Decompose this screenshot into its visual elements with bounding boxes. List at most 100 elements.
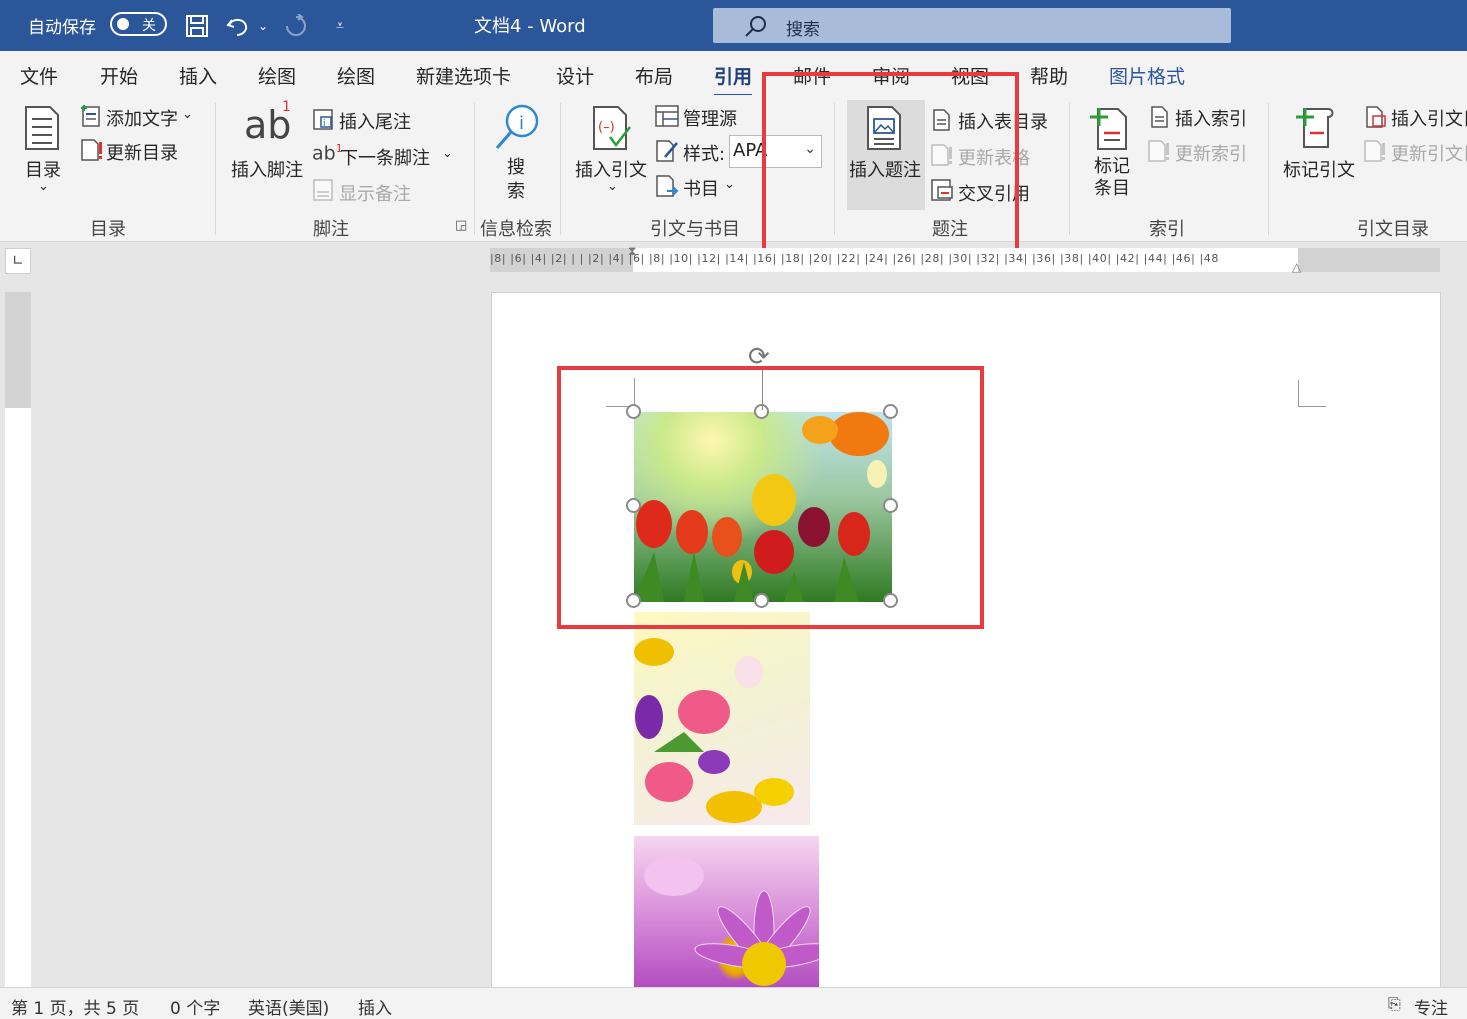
group-toc-label: 目录: [90, 219, 126, 240]
mark-entry-button[interactable]: 标记 条目: [1094, 156, 1130, 200]
horizontal-ruler[interactable]: |8| |6| |4| |2| | | |2| |4| |6| |8| |10|…: [490, 244, 1440, 274]
insert-citation-icon[interactable]: (–): [592, 105, 634, 155]
separator: [1069, 103, 1070, 235]
add-text-icon: [80, 104, 102, 132]
insert-index-icon: [1150, 105, 1170, 133]
show-notes-button: 显示备注: [339, 184, 411, 205]
footnote-superscript-icon: 1: [282, 99, 291, 115]
search-research-button[interactable]: 搜 索: [507, 156, 525, 204]
ribbon-tabs: 文件 开始 插入 绘图 绘图 新建选项卡 设计 布局 引用 邮件 审阅 视图 帮…: [0, 51, 1467, 97]
insert-endnote-button[interactable]: 插入尾注: [339, 108, 411, 134]
highlight-box-captions: [762, 72, 1019, 252]
undo-icon[interactable]: [226, 12, 252, 40]
group-authorities-label: 引文目录: [1357, 219, 1429, 240]
title-bar: 自动保存 关 ⌄ ⩡ 文档4 - Word 搜索: [0, 0, 1467, 51]
tab-insert[interactable]: 插入: [179, 62, 217, 89]
search-box[interactable]: 搜索: [713, 8, 1231, 43]
margin-corner-mark: [1298, 380, 1326, 407]
insert-mode[interactable]: 插入: [358, 994, 392, 1019]
toc-dropdown-icon[interactable]: ⌄: [38, 179, 49, 194]
tab-references[interactable]: 引用: [714, 62, 753, 97]
separator: [474, 103, 475, 235]
tab-picture-format[interactable]: 图片格式: [1109, 62, 1185, 89]
update-toc-icon: [80, 138, 104, 166]
separator: [215, 103, 216, 235]
customize-toolbar-icon[interactable]: ⩡: [330, 12, 350, 40]
toggle-state: 关: [142, 18, 156, 34]
search-research-icon[interactable]: i: [494, 103, 540, 157]
group-citations-label: 引文与书目: [650, 219, 740, 240]
bibliography-button[interactable]: 书目: [683, 175, 719, 201]
svg-text:i: i: [519, 113, 524, 134]
bibliography-dropdown-icon[interactable]: ⌄: [724, 177, 735, 192]
search-placeholder: 搜索: [786, 20, 820, 40]
autosave-label: 自动保存: [28, 18, 96, 38]
add-text-dropdown-icon[interactable]: ⌄: [182, 107, 193, 122]
separator: [1268, 103, 1269, 235]
bibliography-icon: [655, 174, 679, 202]
insert-toa-icon: [1365, 105, 1387, 133]
next-footnote-button[interactable]: 下一条脚注: [340, 144, 430, 170]
word-count[interactable]: 0 个字: [170, 994, 220, 1019]
ribbon: 目录 ⌄ 添加文字 ⌄ 更新目录 目录 ab 1 插入脚注 i 插入尾注 ab1…: [0, 95, 1467, 242]
highlight-box-picture: [557, 366, 984, 629]
manage-sources-button[interactable]: 管理源: [683, 105, 737, 131]
page-count[interactable]: 第 1 页，共 5 页: [11, 994, 139, 1019]
add-text-button[interactable]: 添加文字: [106, 105, 178, 131]
indent-marker-icon[interactable]: ⧗: [628, 244, 636, 259]
style-icon: [655, 139, 679, 167]
separator: [560, 103, 561, 235]
next-footnote-icon: ab1: [312, 142, 343, 165]
tab-draw[interactable]: 绘图: [258, 62, 296, 89]
status-bar: 第 1 页，共 5 页 0 个字 英语(美国) 插入 ⎘ 专注: [0, 987, 1467, 1019]
search-icon: [745, 16, 766, 37]
autosave-toggle[interactable]: 关: [110, 12, 167, 36]
update-toc-button[interactable]: 更新目录: [106, 139, 178, 165]
style-label: 样式:: [683, 144, 726, 165]
insert-footnote-button[interactable]: 插入脚注: [231, 156, 303, 182]
next-footnote-dropdown-icon[interactable]: ⌄: [442, 146, 453, 161]
redo-icon: [282, 12, 310, 40]
undo-dropdown-icon[interactable]: ⌄: [256, 12, 270, 40]
mark-entry-icon[interactable]: [1088, 103, 1132, 155]
show-notes-icon: [312, 178, 334, 206]
update-index-button: 更新索引: [1175, 144, 1247, 165]
daisy-image[interactable]: [634, 836, 819, 987]
toc-icon[interactable]: [24, 105, 60, 155]
tab-draw-2[interactable]: 绘图: [337, 62, 375, 89]
update-toa-button: 更新引文目: [1391, 144, 1467, 165]
tab-layout[interactable]: 布局: [635, 62, 673, 89]
focus-button[interactable]: 专注: [1414, 994, 1448, 1019]
language-indicator[interactable]: 英语(美国): [248, 994, 329, 1019]
right-indent-marker-icon[interactable]: △: [1292, 260, 1301, 274]
toggle-knob: [117, 18, 129, 30]
insert-toa-button[interactable]: 插入引文目: [1391, 105, 1467, 131]
footnote-dialog-launcher-icon[interactable]: ◲: [455, 218, 467, 233]
tab-help[interactable]: 帮助: [1030, 62, 1068, 89]
ruler-top-margin: [5, 292, 31, 408]
tab-file[interactable]: 文件: [20, 62, 58, 89]
group-index-label: 索引: [1149, 219, 1185, 240]
tab-design[interactable]: 设计: [556, 62, 594, 89]
insert-index-button[interactable]: 插入索引: [1175, 105, 1247, 131]
group-research-label: 信息检索: [480, 219, 552, 240]
svg-text:(–): (–): [598, 120, 615, 135]
tab-home[interactable]: 开始: [100, 62, 138, 89]
update-toa-icon: [1363, 139, 1387, 167]
vertical-ruler[interactable]: [5, 292, 31, 987]
tab-selector[interactable]: ∟: [5, 248, 31, 274]
focus-icon[interactable]: ⎘: [1388, 994, 1401, 1014]
group-footnotes-label: 脚注: [313, 219, 349, 240]
insert-endnote-icon: i: [312, 107, 336, 135]
save-icon[interactable]: [184, 12, 210, 40]
manage-sources-icon: [655, 105, 679, 131]
ruler-right-margin: [1298, 248, 1440, 272]
tab-new-tab[interactable]: 新建选项卡: [416, 62, 511, 89]
mark-citation-icon[interactable]: [1294, 103, 1340, 155]
roses-image[interactable]: [634, 612, 810, 825]
mark-citation-button[interactable]: 标记引文: [1283, 156, 1355, 182]
insert-citation-dropdown-icon[interactable]: ⌄: [607, 179, 618, 194]
update-index-icon: [1147, 139, 1171, 167]
ruler-ticks: |8| |6| |4| |2| | | |2| |4| |6| |8| |10|…: [490, 252, 1219, 265]
window-title: 文档4 - Word: [474, 16, 586, 37]
